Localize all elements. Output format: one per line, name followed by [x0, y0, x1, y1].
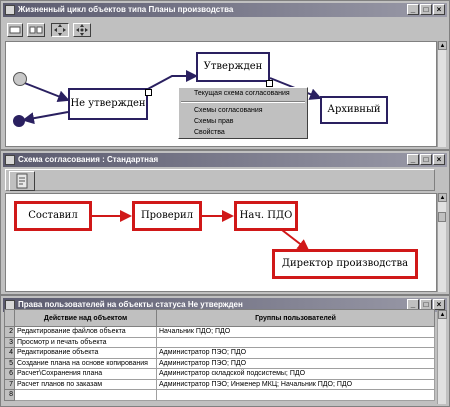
groups-cell[interactable]: Администратор ПЭО; ПДО: [156, 357, 435, 369]
node-handle-icon[interactable]: [266, 80, 273, 87]
node-director[interactable]: Директор производства: [272, 249, 418, 279]
menu-separator: [181, 101, 305, 103]
node-handle-icon[interactable]: [145, 89, 152, 96]
node-checked[interactable]: Проверил: [132, 201, 202, 231]
action-cell[interactable]: Расчет\Сохранения плана: [14, 368, 157, 380]
column-header-groups[interactable]: Группы пользователей: [156, 309, 435, 327]
table-header-row: Действие над объектом Группы пользовател…: [4, 309, 435, 327]
rights-title: Права пользователей на объекты статуса Н…: [18, 300, 243, 309]
action-cell[interactable]: [14, 389, 157, 401]
corner-cell: [4, 309, 15, 327]
end-circle[interactable]: [13, 115, 25, 127]
groups-cell[interactable]: Администратор ПЭО; ПДО: [156, 347, 435, 359]
menu-item-approval-schemes[interactable]: Схемы согласования: [179, 105, 307, 116]
groups-cell[interactable]: Администратор складской подсистемы; ПДО: [156, 368, 435, 380]
table-row[interactable]: 4 Редактирование объекта Администратор ПЭО…: [4, 347, 435, 359]
groups-cell[interactable]: [156, 336, 435, 348]
rights-table: Действие над объектом Группы пользовател…: [4, 309, 435, 401]
groups-cell[interactable]: [156, 389, 435, 401]
row-number: 6: [4, 368, 15, 380]
column-header-action[interactable]: Действие над объектом: [14, 309, 157, 327]
table-row[interactable]: 7 Расчет планов по заказам Администратор П…: [4, 378, 435, 390]
groups-cell[interactable]: Начальник ПДО; ПДО: [156, 326, 435, 338]
table-row[interactable]: 6 Расчет\Сохранения плана Администратор ск…: [4, 368, 435, 380]
node-composed[interactable]: Составил: [14, 201, 92, 231]
node-archived[interactable]: Архивный: [320, 96, 388, 124]
menu-item-current-scheme[interactable]: Текущая схема согласования: [179, 88, 307, 99]
table-row[interactable]: 5 Создание плана на основе копирования Адм…: [4, 357, 435, 369]
menu-item-rights-schemes[interactable]: Схемы прав: [179, 116, 307, 127]
action-cell[interactable]: Редактирование файлов объекта: [14, 326, 157, 338]
rights-scrollbar[interactable]: ▲: [437, 310, 447, 404]
groups-cell[interactable]: Администратор ПЭО; Инженер МКЦ; Начальни…: [156, 378, 435, 390]
row-number: 4: [4, 347, 15, 359]
row-number: 8: [4, 389, 15, 401]
action-cell[interactable]: Просмотр и печать объекта: [14, 336, 157, 348]
node-approved[interactable]: Утвержден: [196, 52, 270, 82]
table-row[interactable]: 2 Редактирование файлов объекта Начальник …: [4, 326, 435, 338]
action-cell[interactable]: Создание плана на основе копирования: [14, 357, 157, 369]
action-cell[interactable]: Расчет планов по заказам: [14, 378, 157, 390]
table-row[interactable]: 3 Просмотр и печать объекта: [4, 336, 435, 348]
row-number: 2: [4, 326, 15, 338]
row-number: 3: [4, 336, 15, 348]
row-number: 5: [4, 357, 15, 369]
context-menu: Текущая схема согласования Схемы согласо…: [178, 87, 308, 139]
scroll-up-icon[interactable]: ▲: [438, 310, 447, 319]
menu-item-properties[interactable]: Свойства: [179, 127, 307, 138]
table-row[interactable]: 8: [4, 389, 435, 401]
row-number: 7: [4, 378, 15, 390]
node-not-approved[interactable]: Не утвержден: [68, 88, 148, 120]
action-cell[interactable]: Редактирование объекта: [14, 347, 157, 359]
node-head-ppd[interactable]: Нач. ПДО: [234, 201, 298, 231]
start-circle[interactable]: [13, 72, 27, 86]
